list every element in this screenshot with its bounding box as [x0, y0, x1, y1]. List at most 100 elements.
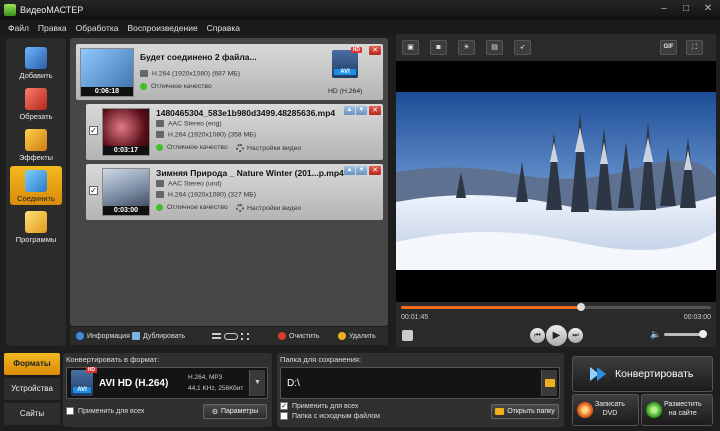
- folder-apply-all[interactable]: ✓ Применить для всех: [280, 402, 358, 410]
- menu-file[interactable]: Файл: [8, 23, 29, 33]
- format-apply-all-checkbox[interactable]: [66, 407, 74, 415]
- crop-button[interactable]: ▣: [402, 40, 419, 55]
- clear-button[interactable]: Очистить: [278, 332, 319, 340]
- volume-icon[interactable]: 🔈: [650, 329, 661, 340]
- file-2-settings-text: Настройки видео: [247, 204, 302, 212]
- add-button[interactable]: Добавить: [10, 43, 62, 82]
- file-item-2[interactable]: ✓ 0:03:00 Зимняя Природа _ Nature Winter…: [86, 164, 383, 220]
- effects-button[interactable]: Эффекты: [10, 125, 62, 164]
- timeline-slider[interactable]: [401, 303, 711, 311]
- film-icon: [156, 191, 164, 198]
- gif-button[interactable]: GIF: [660, 40, 677, 55]
- join-button[interactable]: Соединить: [10, 166, 62, 205]
- source-folder-option[interactable]: Папка с исходным файлом: [280, 412, 380, 420]
- open-folder-label: Открыть папку: [507, 408, 555, 415]
- duplicate-button[interactable]: Дублировать: [132, 332, 185, 340]
- file-1-move-down-button[interactable]: ▼: [356, 106, 367, 115]
- menu-process[interactable]: Обработка: [76, 23, 119, 33]
- burn-dvd-button[interactable]: Записать DVD: [572, 394, 639, 426]
- minimize-button[interactable]: –: [658, 3, 670, 14]
- convert-button[interactable]: Конвертировать: [572, 356, 713, 392]
- info-label: Информация: [87, 332, 130, 340]
- folder-path-field[interactable]: D:\: [280, 367, 560, 399]
- brightness-button[interactable]: ☀: [458, 40, 475, 55]
- file-1-audio-text: AAC Stereo (eng): [168, 120, 222, 128]
- play-button[interactable]: ▶: [546, 325, 567, 346]
- file-2-thumbnail[interactable]: 0:03:00: [102, 168, 150, 216]
- delete-button[interactable]: Удалить: [338, 332, 376, 340]
- parameters-button[interactable]: ⚙ Параметры: [203, 404, 267, 419]
- volume-slider[interactable]: [664, 330, 707, 338]
- format-apply-all[interactable]: Применить для всех: [66, 407, 144, 415]
- volume-handle[interactable]: [699, 330, 707, 338]
- prev-frame-button[interactable]: ⏮: [530, 328, 545, 343]
- file-1-quality: Отличное качество: [156, 144, 228, 151]
- merged-codec: H.264 (1920x1080) (687 МБ): [140, 70, 240, 77]
- gear-icon: [236, 144, 244, 152]
- merged-title: Будет соединено 2 файла...: [140, 52, 257, 62]
- film-edit-button[interactable]: ▤: [486, 40, 503, 55]
- menu-edit[interactable]: Правка: [38, 23, 67, 33]
- file-1-settings-text: Настройки видео: [247, 144, 302, 152]
- open-folder-button[interactable]: Открыть папку: [491, 404, 559, 419]
- remove-merged-button[interactable]: ✕: [369, 46, 381, 55]
- speed-button[interactable]: ➶: [514, 40, 531, 55]
- fullscreen-button[interactable]: ⛶: [686, 40, 703, 55]
- snapshot-button[interactable]: ◙: [430, 40, 447, 55]
- merged-group-item[interactable]: 0:06:18 Будет соединено 2 файла... H.264…: [76, 44, 383, 100]
- folder-icon: [495, 408, 505, 415]
- file-2-audio: AAC Stereo (und): [156, 180, 222, 187]
- file-2-remove-button[interactable]: ✕: [369, 166, 381, 175]
- next-frame-button[interactable]: ⏭: [568, 328, 583, 343]
- file-1-thumbnail[interactable]: 0:03:17: [102, 108, 150, 156]
- menu-playback[interactable]: Воспроизведение: [128, 23, 198, 33]
- close-window-button[interactable]: ✕: [702, 3, 714, 14]
- merged-thumbnail[interactable]: 0:06:18: [80, 48, 134, 97]
- timeline-handle[interactable]: [576, 303, 585, 311]
- browse-folder-button[interactable]: [541, 370, 557, 396]
- programs-button[interactable]: Программы: [10, 207, 62, 246]
- file-2-move-up-button[interactable]: ▲: [344, 166, 355, 175]
- trim-button[interactable]: Обрезать: [10, 84, 62, 123]
- file-1-move-up-button[interactable]: ▲: [344, 106, 355, 115]
- burn-line-1: Записать: [595, 401, 625, 408]
- tab-formats[interactable]: Форматы: [4, 353, 60, 375]
- view-toggle[interactable]: [212, 332, 249, 340]
- clear-label: Очистить: [289, 332, 320, 340]
- info-button[interactable]: Информация: [76, 332, 130, 340]
- format-selector[interactable]: HD AVI AVI HD (H.264) H.264, MP3 44,1 KHz…: [66, 367, 268, 399]
- format-dropdown-button[interactable]: ▼: [249, 370, 265, 396]
- maximize-button[interactable]: □: [680, 3, 692, 14]
- timeline-progress: [401, 306, 581, 309]
- video-area[interactable]: [396, 61, 716, 302]
- folder-apply-all-checkbox[interactable]: ✓: [280, 402, 288, 410]
- merged-format-badge: HD (H.264): [328, 88, 363, 95]
- upload-icon: [646, 402, 662, 418]
- convert-label: Конвертировать: [615, 368, 694, 380]
- avi-format-icon[interactable]: HD AVI: [332, 47, 362, 78]
- file-1-remove-button[interactable]: ✕: [369, 106, 381, 115]
- file-1-checkbox[interactable]: ✓: [89, 126, 98, 135]
- format-spec-audio: 44,1 KHz, 256Кбит: [188, 385, 244, 392]
- menu-help[interactable]: Справка: [207, 23, 240, 33]
- effects-icon: [25, 129, 47, 151]
- source-folder-checkbox[interactable]: [280, 412, 288, 420]
- file-2-move-down-button[interactable]: ▼: [356, 166, 367, 175]
- film-icon: [140, 70, 148, 77]
- merged-quality: Отличное качество: [140, 83, 212, 90]
- toggle-switch-icon: [224, 332, 238, 340]
- file-2-checkbox[interactable]: ✓: [89, 186, 98, 195]
- snapshot-small-button[interactable]: [402, 330, 413, 341]
- tab-devices[interactable]: Устройства: [4, 378, 60, 400]
- file-2-settings-link[interactable]: Настройки видео: [236, 204, 301, 212]
- file-1-audio: AAC Stereo (eng): [156, 120, 222, 127]
- list-toolbar: Информация Дублировать Очистить Удалить: [70, 327, 388, 345]
- delete-label: Удалить: [349, 332, 376, 340]
- file-item-1[interactable]: ✓ 0:03:17 1480465304_583e1b980d3499.4828…: [86, 104, 383, 160]
- publish-button[interactable]: Разместить на сайте: [641, 394, 713, 426]
- file-1-settings-link[interactable]: Настройки видео: [236, 144, 301, 152]
- format-panel: Конвертировать в формат: HD AVI AVI HD (H…: [63, 353, 272, 427]
- publish-label: Разместить на сайте: [664, 400, 702, 418]
- tab-sites[interactable]: Сайты: [4, 403, 60, 425]
- trim-label: Обрезать: [19, 112, 53, 121]
